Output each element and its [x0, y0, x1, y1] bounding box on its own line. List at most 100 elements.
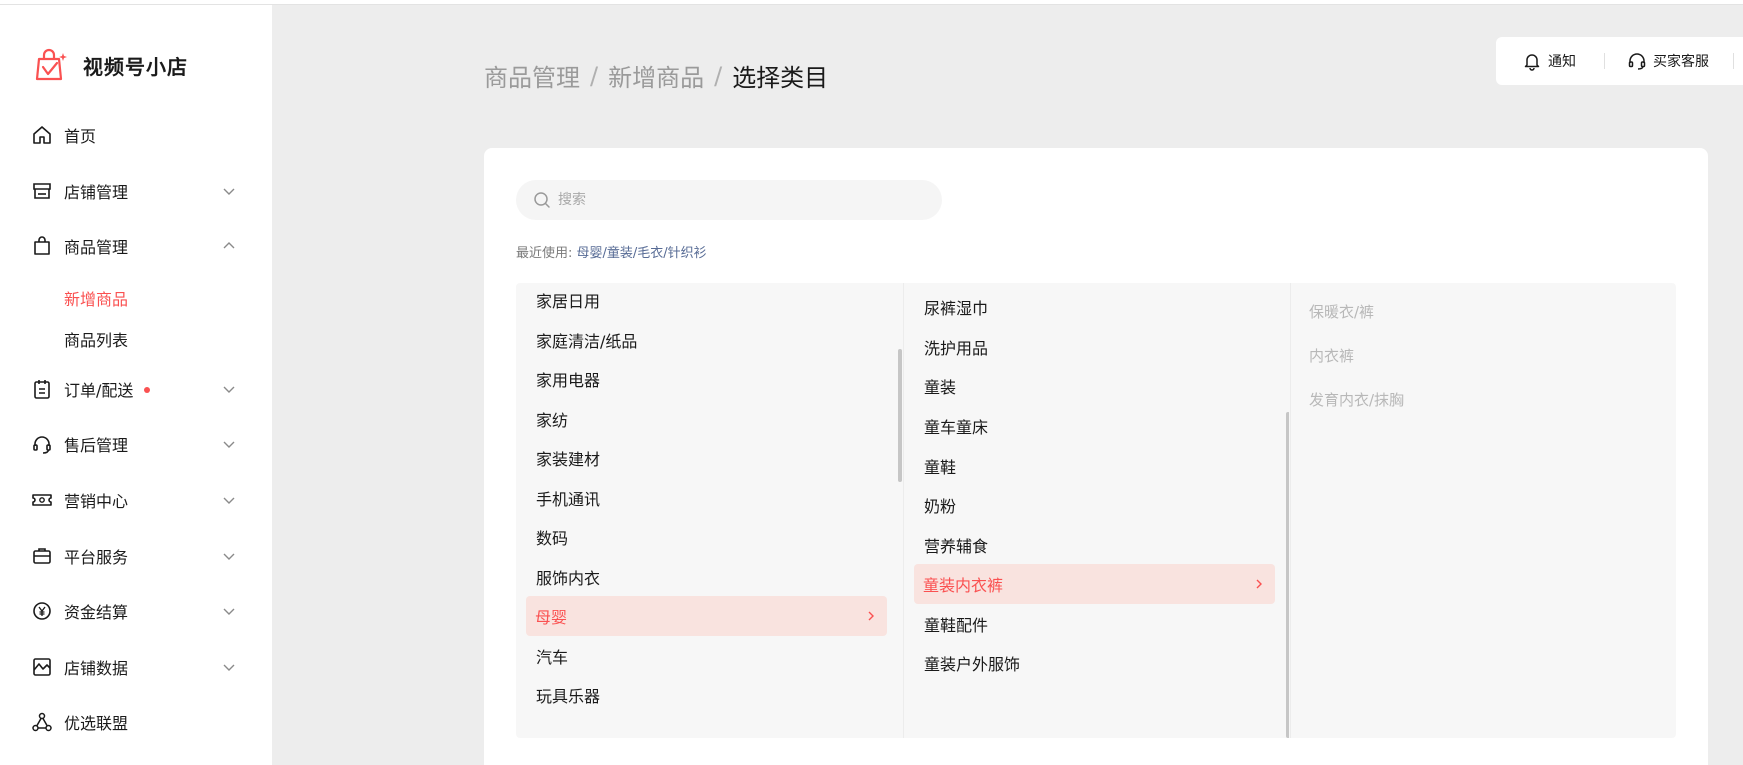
chart-icon: [33, 658, 51, 676]
chevron-down-icon: [223, 188, 235, 195]
sidebar-item-label: 首页: [64, 127, 97, 146]
chevron-down-icon: [223, 441, 235, 448]
breadcrumb-add-product[interactable]: 新增商品: [608, 58, 704, 93]
ticket-icon: [32, 494, 52, 506]
category-item[interactable]: 保暖衣/裤: [1299, 291, 1660, 331]
toolbar-divider: [1604, 53, 1605, 69]
category-item[interactable]: 营养辅食: [914, 525, 1275, 565]
sidebar-item-settlement[interactable]: 资金结算: [0, 591, 272, 631]
chevron-down-icon: [223, 664, 235, 671]
category-panel: 最近使用: 母婴/童装/毛衣/针织衫 家居日用 家庭清洁/纸品 家用电器 家纺 …: [484, 148, 1708, 765]
category-item[interactable]: 奶粉: [914, 485, 1275, 525]
sidebar-item-products[interactable]: 商品管理: [0, 226, 272, 266]
headset-icon: [1628, 53, 1646, 70]
notify-label: 通知: [1548, 54, 1576, 70]
category-column-level1: 家居日用 家庭清洁/纸品 家用电器 家纺 家装建材 手机通讯 数码 服饰内衣 母…: [516, 283, 902, 738]
sidebar: 视频号小店 首页 店铺管理 商品管理 新增商品 商品列表 订单/配送 售后管理 …: [0, 5, 272, 765]
yuan-coin-icon: [33, 602, 51, 620]
sidebar-item-marketing[interactable]: 营销中心: [0, 480, 272, 520]
sidebar-item-aftersales[interactable]: 售后管理: [0, 424, 272, 464]
category-item-label: 童装内衣裤: [923, 576, 1004, 595]
category-item[interactable]: 家用电器: [526, 359, 887, 399]
chevron-down-icon: [223, 608, 235, 615]
category-item[interactable]: 童鞋: [914, 446, 1275, 486]
sidebar-item-label: 商品管理: [64, 238, 129, 257]
category-item[interactable]: 家装建材: [526, 438, 887, 478]
sidebar-item-label: 店铺数据: [64, 659, 129, 678]
category-item[interactable]: 童车童床: [914, 406, 1275, 446]
sidebar-item-store-data[interactable]: 店铺数据: [0, 647, 272, 687]
shopping-bag-icon: [34, 236, 50, 255]
recent-used-label: 最近使用:: [516, 246, 573, 261]
category-item[interactable]: 内衣裤: [1299, 335, 1660, 375]
breadcrumb: 商品管理 / 新增商品 / 选择类目: [484, 58, 828, 93]
category-item[interactable]: 童装户外服饰: [914, 643, 1275, 683]
headset-icon: [33, 436, 51, 454]
sidebar-subitem-product-list[interactable]: 商品列表: [64, 327, 128, 351]
breadcrumb-separator: /: [714, 61, 723, 90]
sidebar-item-label: 资金结算: [64, 603, 129, 622]
category-item[interactable]: 汽车: [526, 636, 887, 676]
category-column-level2: 尿裤湿巾 洗护用品 童装 童车童床 童鞋 奶粉 营养辅食 童装内衣裤 童鞋配件 …: [903, 283, 1289, 738]
sidebar-item-orders[interactable]: 订单/配送: [0, 369, 272, 409]
category-column-level3: 保暖衣/裤 内衣裤 发育内衣/抹胸: [1290, 283, 1676, 738]
scrollbar-level2[interactable]: [1286, 412, 1289, 738]
category-item[interactable]: 数码: [526, 517, 887, 557]
category-item[interactable]: 玩具乐器: [526, 675, 887, 715]
sidebar-item-label: 平台服务: [64, 548, 129, 567]
app-logo[interactable]: 视频号小店: [33, 47, 188, 83]
chevron-up-icon: [223, 242, 235, 249]
category-columns: 家居日用 家庭清洁/纸品 家用电器 家纺 家装建材 手机通讯 数码 服饰内衣 母…: [516, 283, 1676, 738]
breadcrumb-current: 选择类目: [732, 64, 829, 92]
sidebar-item-label: 店铺管理: [64, 183, 129, 202]
category-item[interactable]: 尿裤湿巾: [914, 287, 1275, 327]
breadcrumb-product-management[interactable]: 商品管理: [484, 58, 580, 93]
sidebar-item-alliance[interactable]: 优选联盟: [0, 702, 272, 742]
header-toolbar: 通知 买家客服: [1496, 37, 1743, 85]
toolbar-divider: [1733, 53, 1734, 69]
chevron-right-icon: [1256, 579, 1262, 589]
category-item[interactable]: 洗护用品: [914, 327, 1275, 367]
chevron-down-icon: [223, 553, 235, 560]
recent-used-path-link[interactable]: 母婴/童装/毛衣/针织衫: [577, 246, 707, 261]
bell-icon: [1524, 54, 1540, 71]
notify-button[interactable]: 通知: [1522, 51, 1576, 71]
chevron-right-icon: [868, 611, 874, 621]
sidebar-item-label: 优选联盟: [64, 714, 129, 733]
recent-used: 最近使用: 母婴/童装/毛衣/针织衫: [516, 242, 707, 261]
network-icon: [32, 712, 52, 732]
notification-dot: [144, 387, 150, 393]
scrollbar-level1[interactable]: [898, 349, 902, 482]
chevron-down-icon: [223, 497, 235, 504]
sidebar-item-store[interactable]: 店铺管理: [0, 171, 272, 211]
sidebar-item-home[interactable]: 首页: [0, 115, 272, 155]
category-item-label: 母婴: [535, 608, 568, 627]
sidebar-item-label: 售后管理: [64, 436, 129, 455]
category-item[interactable]: 家庭清洁/纸品: [526, 320, 887, 360]
shop-logo-icon: [35, 48, 67, 81]
category-item-selected[interactable]: 母婴: [526, 596, 887, 636]
sidebar-item-label: 订单/配送: [64, 381, 134, 400]
category-item[interactable]: 童鞋配件: [914, 604, 1275, 644]
breadcrumb-separator: /: [590, 61, 599, 90]
clipboard-icon: [34, 380, 50, 399]
chevron-down-icon: [223, 386, 235, 393]
buyer-service-button[interactable]: 买家客服: [1627, 51, 1709, 71]
category-item-selected[interactable]: 童装内衣裤: [914, 564, 1275, 604]
app-name: 视频号小店: [83, 54, 188, 79]
search-icon: [534, 192, 550, 208]
category-item[interactable]: 服饰内衣: [526, 557, 887, 597]
category-item[interactable]: 家居日用: [526, 283, 887, 320]
sidebar-item-platform-services[interactable]: 平台服务: [0, 536, 272, 576]
sidebar-item-label: 营销中心: [64, 492, 129, 511]
category-item[interactable]: 家纺: [526, 399, 887, 439]
sidebar-subitem-add-product[interactable]: 新增商品: [64, 286, 128, 310]
search-box[interactable]: [516, 180, 942, 220]
category-item[interactable]: 发育内衣/抹胸: [1299, 379, 1660, 419]
category-item[interactable]: 童装: [914, 366, 1275, 406]
category-item[interactable]: 手机通讯: [526, 478, 887, 518]
buyer-service-label: 买家客服: [1653, 54, 1709, 70]
store-icon: [33, 183, 51, 199]
home-icon: [33, 126, 51, 144]
search-input[interactable]: [558, 182, 928, 218]
